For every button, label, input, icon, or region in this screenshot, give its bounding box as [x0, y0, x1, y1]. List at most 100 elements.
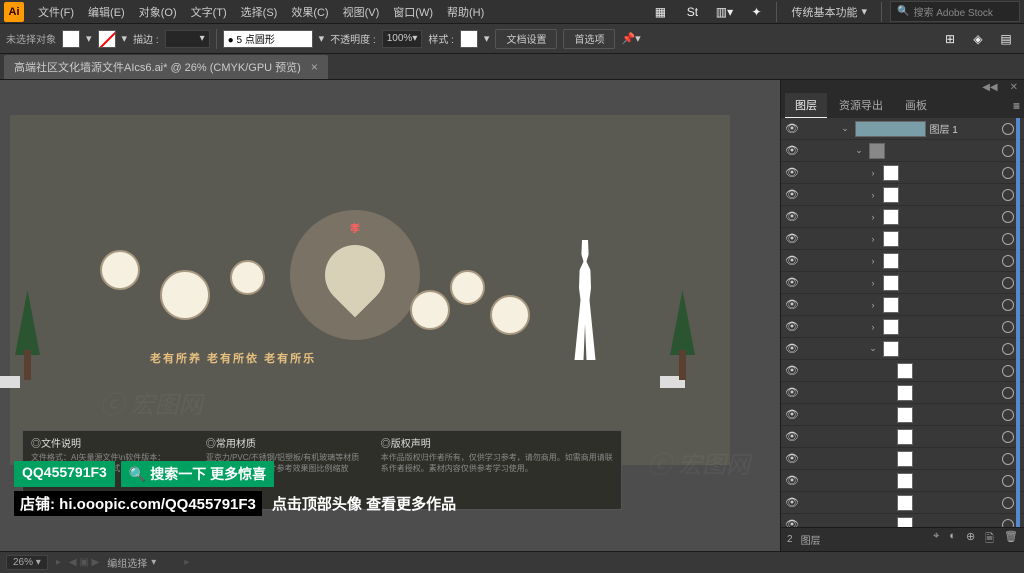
- target-icon[interactable]: [1002, 497, 1014, 509]
- visibility-icon[interactable]: 👁: [781, 276, 803, 289]
- new-sublayer-icon[interactable]: ⊕: [966, 530, 975, 549]
- visibility-icon[interactable]: 👁: [781, 210, 803, 223]
- menu-item[interactable]: 帮助(H): [441, 2, 490, 22]
- target-icon[interactable]: [1002, 189, 1014, 201]
- layer-row[interactable]: 👁: [781, 426, 1024, 448]
- expand-icon[interactable]: ›: [867, 212, 879, 222]
- menu-item[interactable]: 效果(C): [285, 2, 334, 22]
- visibility-icon[interactable]: 👁: [781, 430, 803, 443]
- visibility-icon[interactable]: 👁: [781, 408, 803, 421]
- stroke-swatch[interactable]: [98, 30, 116, 48]
- visibility-icon[interactable]: 👁: [781, 364, 803, 377]
- layer-row[interactable]: 👁›: [781, 294, 1024, 316]
- layer-row[interactable]: 👁›: [781, 228, 1024, 250]
- layer-name[interactable]: 图层 1: [930, 121, 999, 136]
- collapse-icon[interactable]: ◀◀: [982, 82, 997, 93]
- opacity-input[interactable]: 100% ▾: [382, 30, 423, 48]
- panel-tab-图层[interactable]: 图层: [785, 93, 827, 119]
- stroke-weight[interactable]: ▾: [165, 30, 210, 48]
- delete-layer-icon[interactable]: 🗑: [1004, 530, 1018, 549]
- menu-item[interactable]: 文字(T): [185, 2, 233, 22]
- menu-item[interactable]: 文件(F): [32, 2, 80, 22]
- visibility-icon[interactable]: 👁: [781, 518, 803, 527]
- bridge-icon[interactable]: ▦: [648, 2, 672, 22]
- layers-list[interactable]: 👁⌄图层 1👁⌄👁›👁›👁›👁›👁›👁›👁›👁›👁⌄👁👁👁👁👁👁👁👁👁: [781, 118, 1024, 527]
- canvas[interactable]: 孝 老有所养 老有所依 老有所乐: [0, 80, 780, 551]
- chevron-down-icon[interactable]: ▾: [86, 32, 92, 45]
- layer-row[interactable]: 👁⌄: [781, 338, 1024, 360]
- expand-icon[interactable]: ⌄: [839, 123, 851, 134]
- panel-tab-资源导出[interactable]: 资源导出: [829, 93, 893, 119]
- layer-row[interactable]: 👁 ⌄ 图层 1: [781, 118, 1024, 140]
- stock-icon[interactable]: St: [680, 2, 704, 22]
- expand-icon[interactable]: ⌄: [867, 343, 879, 354]
- layer-row[interactable]: 👁: [781, 470, 1024, 492]
- visibility-icon[interactable]: 👁: [781, 342, 803, 355]
- target-icon[interactable]: [1002, 255, 1014, 267]
- doc-setup-button[interactable]: 文档设置: [495, 29, 557, 49]
- clip-mask-icon[interactable]: ◐: [949, 530, 956, 549]
- transform-icon[interactable]: ◈: [966, 29, 990, 49]
- visibility-icon[interactable]: 👁: [781, 298, 803, 311]
- document-tab[interactable]: 高端社区文化墙源文件AIcs6.ai* @ 26% (CMYK/GPU 预览) …: [4, 55, 328, 79]
- target-icon[interactable]: [1002, 233, 1014, 245]
- visibility-icon[interactable]: 👁: [781, 122, 803, 135]
- visibility-icon[interactable]: 👁: [781, 166, 803, 179]
- style-swatch[interactable]: [460, 30, 478, 48]
- target-icon[interactable]: [1002, 343, 1014, 355]
- target-icon[interactable]: [1002, 123, 1014, 135]
- layer-row[interactable]: 👁›: [781, 162, 1024, 184]
- target-icon[interactable]: [1002, 277, 1014, 289]
- menu-item[interactable]: 选择(S): [235, 2, 284, 22]
- expand-icon[interactable]: ›: [867, 234, 879, 244]
- expand-icon[interactable]: ›: [867, 256, 879, 266]
- target-icon[interactable]: [1002, 519, 1014, 528]
- chevron-down-icon[interactable]: ▾: [122, 32, 128, 45]
- gpu-icon[interactable]: ✦: [744, 2, 768, 22]
- visibility-icon[interactable]: 👁: [781, 452, 803, 465]
- target-icon[interactable]: [1002, 167, 1014, 179]
- target-icon[interactable]: [1002, 475, 1014, 487]
- layer-row[interactable]: 👁›: [781, 316, 1024, 338]
- target-icon[interactable]: [1002, 299, 1014, 311]
- expand-icon[interactable]: ›: [867, 322, 879, 332]
- target-icon[interactable]: [1002, 211, 1014, 223]
- panel-menu-icon[interactable]: ≡: [1013, 99, 1020, 113]
- target-icon[interactable]: [1002, 387, 1014, 399]
- layer-row[interactable]: 👁›: [781, 250, 1024, 272]
- layer-row[interactable]: 👁: [781, 382, 1024, 404]
- locate-layer-icon[interactable]: ⌖: [933, 530, 939, 549]
- panel-menu-icon[interactable]: ▤: [994, 29, 1018, 49]
- layer-row[interactable]: 👁: [781, 492, 1024, 514]
- preferences-button[interactable]: 首选项: [563, 29, 615, 49]
- visibility-icon[interactable]: 👁: [781, 144, 803, 157]
- visibility-icon[interactable]: 👁: [781, 232, 803, 245]
- target-icon[interactable]: [1002, 365, 1014, 377]
- visibility-icon[interactable]: 👁: [781, 320, 803, 333]
- expand-icon[interactable]: ›: [867, 168, 879, 178]
- visibility-icon[interactable]: 👁: [781, 386, 803, 399]
- target-icon[interactable]: [1002, 321, 1014, 333]
- layer-row[interactable]: 👁⌄: [781, 140, 1024, 162]
- panel-tab-画板[interactable]: 画板: [895, 93, 937, 119]
- expand-icon[interactable]: ›: [867, 190, 879, 200]
- layer-row[interactable]: 👁: [781, 360, 1024, 382]
- layer-row[interactable]: 👁›: [781, 206, 1024, 228]
- visibility-icon[interactable]: 👁: [781, 496, 803, 509]
- menu-item[interactable]: 视图(V): [337, 2, 386, 22]
- target-icon[interactable]: [1002, 409, 1014, 421]
- layer-row[interactable]: 👁: [781, 514, 1024, 527]
- visibility-icon[interactable]: 👁: [781, 188, 803, 201]
- chevron-down-icon[interactable]: ▾: [484, 32, 490, 45]
- workspace-switcher[interactable]: 传统基本功能 ▾: [785, 4, 873, 20]
- fill-swatch[interactable]: [62, 30, 80, 48]
- zoom-level[interactable]: 26% ▾: [6, 555, 48, 570]
- align-icon[interactable]: ⊞: [938, 29, 962, 49]
- arrange-icon[interactable]: ▥▾: [712, 2, 736, 22]
- menu-item[interactable]: 编辑(E): [82, 2, 131, 22]
- menu-item[interactable]: 对象(O): [133, 2, 183, 22]
- visibility-icon[interactable]: 👁: [781, 474, 803, 487]
- layer-row[interactable]: 👁: [781, 404, 1024, 426]
- close-icon[interactable]: ×: [311, 60, 318, 74]
- target-icon[interactable]: [1002, 431, 1014, 443]
